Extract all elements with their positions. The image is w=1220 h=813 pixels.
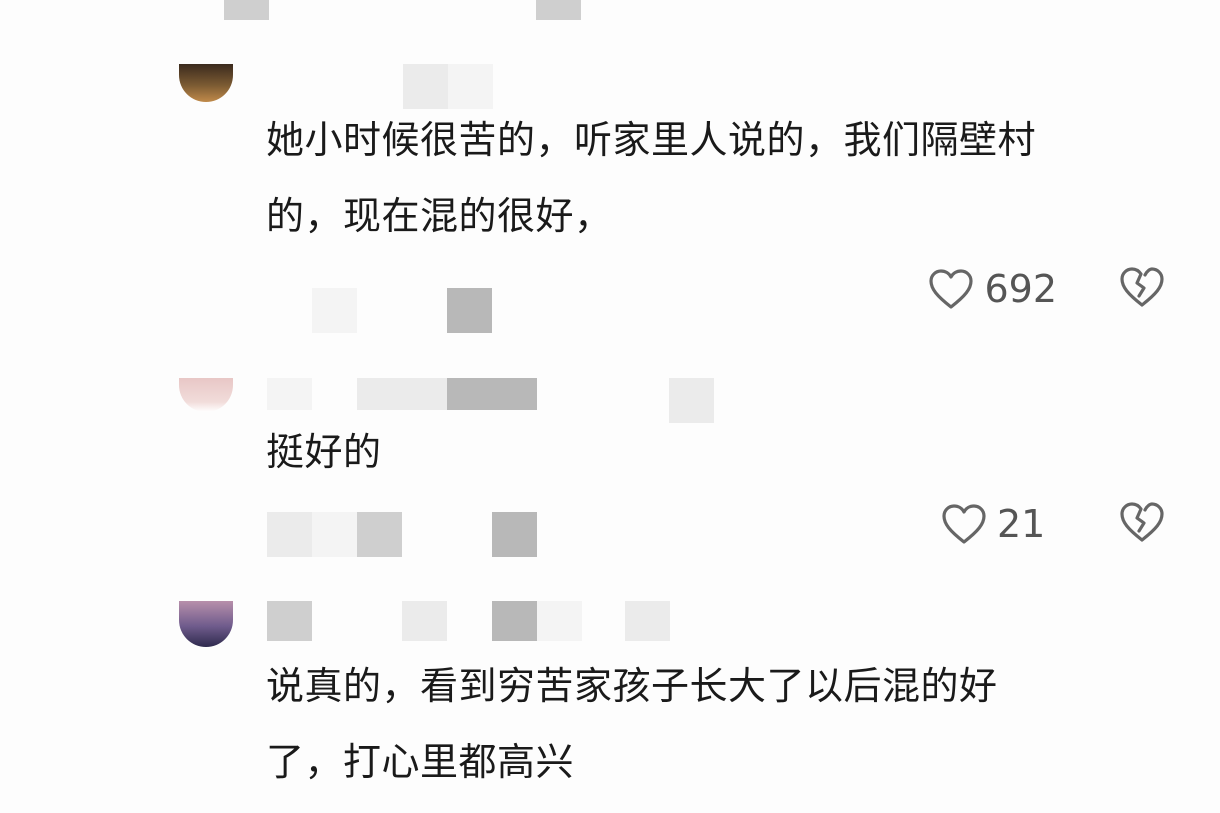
comment-text-line: 挺好的 <box>266 430 382 474</box>
mosaic-block <box>224 0 269 20</box>
comment-text-line: 她小时候很苦的，听家里人说的，我们隔壁村 <box>266 118 1037 162</box>
mosaic-block <box>492 512 537 557</box>
mosaic-block <box>267 378 312 410</box>
like-button[interactable]: 692 <box>928 267 1057 311</box>
mosaic-block <box>537 601 582 641</box>
avatar[interactable] <box>179 378 233 412</box>
comment-text: 说真的，看到穷苦家孩子长大了以后混的好 了，打心里都高兴 <box>266 664 1176 813</box>
comment-text-line: 了，打心里都高兴 <box>266 740 575 784</box>
mosaic-block <box>402 378 447 410</box>
comment-text-line: 的，现在混的很好， <box>266 194 613 238</box>
mosaic-block <box>403 64 448 109</box>
mosaic-block <box>357 512 402 557</box>
mosaic-block <box>447 288 492 333</box>
mosaic-block <box>267 512 312 557</box>
broken-heart-icon <box>1120 267 1164 307</box>
avatar[interactable] <box>179 64 233 102</box>
mosaic-block <box>447 378 492 410</box>
heart-outline-icon <box>942 504 986 544</box>
mosaic-block <box>536 0 581 20</box>
mosaic-block <box>448 64 493 109</box>
comment-text: 挺好的 <box>266 430 1176 506</box>
mosaic-block <box>625 601 670 641</box>
comment-actions: 21 <box>941 499 1165 549</box>
dislike-button[interactable] <box>1119 266 1165 312</box>
comment-text-line: 说真的，看到穷苦家孩子长大了以后混的好 <box>266 664 998 708</box>
mosaic-block <box>312 288 357 333</box>
mosaic-block <box>492 601 537 641</box>
dislike-button[interactable] <box>1119 501 1165 547</box>
heart-outline-icon <box>929 269 974 309</box>
mosaic-block <box>267 601 312 641</box>
avatar[interactable] <box>179 601 233 647</box>
mosaic-block <box>402 601 447 641</box>
comment-list: 她小时候很苦的，听家里人说的，我们隔壁村 的，现在混的很好， 692 挺好的 2… <box>0 0 1220 813</box>
comment-text: 她小时候很苦的，听家里人说的，我们隔壁村 的，现在混的很好， <box>266 118 1176 270</box>
broken-heart-icon <box>1120 502 1164 542</box>
comment-actions: 692 <box>928 264 1165 314</box>
like-count: 692 <box>984 267 1057 311</box>
mosaic-block <box>312 512 357 557</box>
mosaic-block <box>492 378 537 410</box>
mosaic-block <box>669 378 714 423</box>
mosaic-block <box>357 378 402 410</box>
like-count: 21 <box>997 502 1046 546</box>
like-button[interactable]: 21 <box>941 502 1057 546</box>
